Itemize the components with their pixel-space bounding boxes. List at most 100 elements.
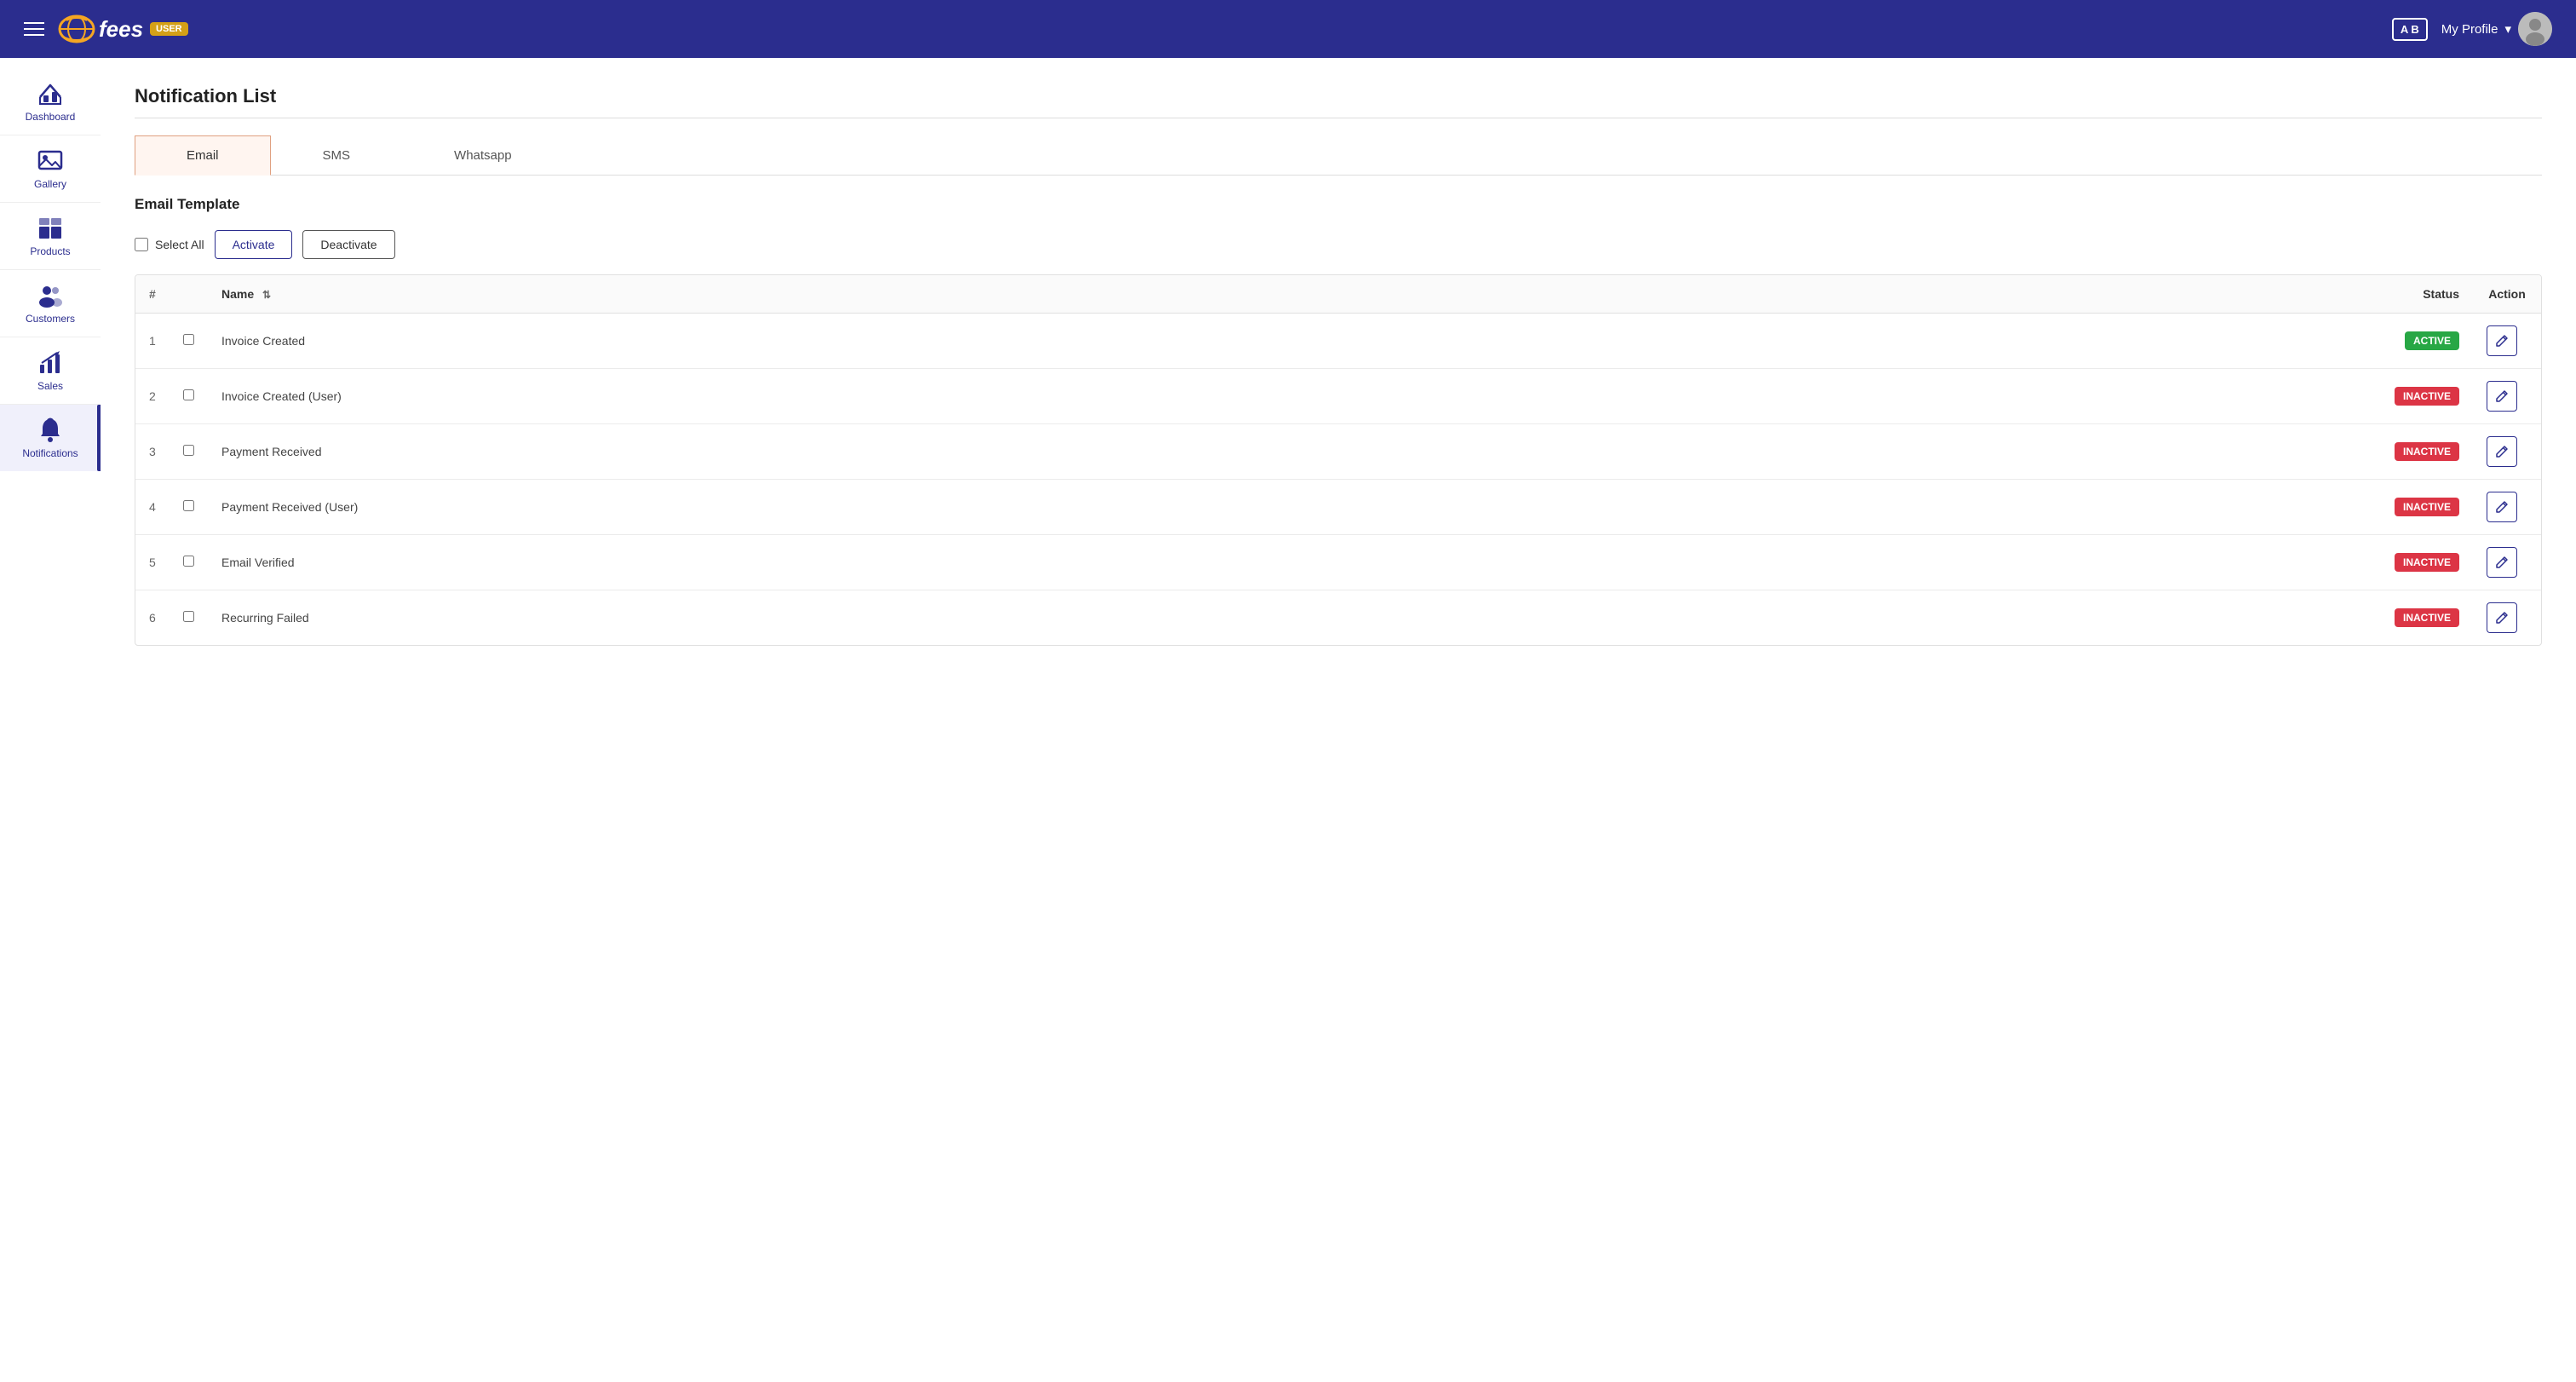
logo-badge: USER [150, 22, 188, 36]
section-title: Email Template [135, 196, 2542, 213]
sidebar-item-gallery[interactable]: Gallery [0, 135, 101, 203]
row-status: INACTIVE [2362, 590, 2473, 646]
table-body: 1 Invoice Created ACTIVE 2 In [135, 314, 2541, 646]
row-checkbox[interactable] [183, 334, 194, 345]
sidebar-item-sales[interactable]: Sales [0, 337, 101, 405]
row-checkbox[interactable] [183, 445, 194, 456]
row-name: Payment Received [208, 424, 2362, 480]
deactivate-button[interactable]: Deactivate [302, 230, 394, 259]
row-checkbox[interactable] [183, 500, 194, 511]
sidebar-item-dashboard[interactable]: Dashboard [0, 68, 101, 135]
row-status: INACTIVE [2362, 424, 2473, 480]
tab-sms[interactable]: SMS [271, 135, 403, 176]
activate-button[interactable]: Activate [215, 230, 293, 259]
status-badge: INACTIVE [2395, 553, 2459, 572]
table-row: 4 Payment Received (User) INACTIVE [135, 480, 2541, 535]
row-name: Invoice Created [208, 314, 2362, 369]
col-status: Status [2362, 275, 2473, 314]
profile-menu[interactable]: My Profile ▾ [2441, 12, 2552, 46]
table-row: 1 Invoice Created ACTIVE [135, 314, 2541, 369]
edit-button[interactable] [2487, 381, 2517, 412]
row-name: Payment Received (User) [208, 480, 2362, 535]
row-checkbox[interactable] [183, 556, 194, 567]
tabs: Email SMS Whatsapp [135, 135, 2542, 176]
sidebar-item-products-label: Products [30, 245, 70, 257]
select-all-label[interactable]: Select All [135, 238, 204, 251]
tab-whatsapp[interactable]: Whatsapp [402, 135, 564, 176]
row-name: Recurring Failed [208, 590, 2362, 646]
logo: fees USER [58, 14, 188, 44]
row-status: ACTIVE [2362, 314, 2473, 369]
col-num: # [135, 275, 170, 314]
row-action [2473, 424, 2541, 480]
status-badge: INACTIVE [2395, 498, 2459, 516]
customers-icon [37, 282, 64, 309]
col-name[interactable]: Name ⇅ [208, 275, 2362, 314]
status-badge: INACTIVE [2395, 442, 2459, 461]
select-all-checkbox[interactable] [135, 238, 148, 251]
edit-button[interactable] [2487, 547, 2517, 578]
row-checkbox-cell [170, 480, 208, 535]
row-name: Email Verified [208, 535, 2362, 590]
sort-icon: ⇅ [262, 289, 271, 301]
hamburger-menu[interactable] [24, 22, 44, 36]
row-num: 4 [135, 480, 170, 535]
sidebar-item-products[interactable]: Products [0, 203, 101, 270]
status-badge: INACTIVE [2395, 387, 2459, 406]
sidebar-item-customers-label: Customers [26, 313, 75, 325]
col-checkbox [170, 275, 208, 314]
main-content: Notification List Email SMS Whatsapp Ema… [101, 58, 2576, 1382]
sidebar-item-gallery-label: Gallery [34, 178, 66, 190]
edit-icon [2495, 611, 2509, 625]
sales-icon [37, 349, 64, 377]
edit-icon [2495, 500, 2509, 514]
row-checkbox-cell [170, 314, 208, 369]
logo-icon [58, 14, 95, 44]
edit-icon [2495, 334, 2509, 348]
row-num: 5 [135, 535, 170, 590]
row-checkbox-cell [170, 590, 208, 646]
row-action [2473, 590, 2541, 646]
sidebar-item-dashboard-label: Dashboard [26, 111, 76, 123]
edit-button[interactable] [2487, 492, 2517, 522]
status-badge: ACTIVE [2405, 331, 2459, 350]
row-action [2473, 535, 2541, 590]
header-left: fees USER [24, 14, 188, 44]
notifications-icon [37, 417, 64, 444]
row-checkbox-cell [170, 424, 208, 480]
row-action [2473, 480, 2541, 535]
edit-icon [2495, 389, 2509, 403]
edit-button[interactable] [2487, 325, 2517, 356]
tab-email[interactable]: Email [135, 135, 271, 176]
header-right: A B My Profile ▾ [2392, 12, 2552, 46]
profile-label: My Profile [2441, 22, 2498, 37]
row-checkbox-cell [170, 535, 208, 590]
controls: Select All Activate Deactivate [135, 230, 2542, 259]
edit-button[interactable] [2487, 602, 2517, 633]
row-action [2473, 369, 2541, 424]
sidebar-item-notifications[interactable]: Notifications [0, 405, 101, 471]
products-icon [37, 215, 64, 242]
table-header: # Name ⇅ Status Action [135, 275, 2541, 314]
table-row: 6 Recurring Failed INACTIVE [135, 590, 2541, 646]
profile-caret: ▾ [2504, 21, 2511, 37]
row-checkbox[interactable] [183, 611, 194, 622]
row-checkbox-cell [170, 369, 208, 424]
row-status: INACTIVE [2362, 369, 2473, 424]
edit-icon [2495, 445, 2509, 458]
row-status: INACTIVE [2362, 535, 2473, 590]
row-name: Invoice Created (User) [208, 369, 2362, 424]
avatar [2518, 12, 2552, 46]
edit-button[interactable] [2487, 436, 2517, 467]
lang-switcher[interactable]: A B [2392, 18, 2428, 41]
header: fees USER A B My Profile ▾ [0, 0, 2576, 58]
dashboard-icon [37, 80, 64, 107]
page-title: Notification List [135, 85, 2542, 107]
col-action: Action [2473, 275, 2541, 314]
table: # Name ⇅ Status Action 1 Invoice Created [135, 275, 2541, 645]
logo-text: fees [99, 16, 143, 43]
sidebar-item-customers[interactable]: Customers [0, 270, 101, 337]
row-checkbox[interactable] [183, 389, 194, 400]
row-status: INACTIVE [2362, 480, 2473, 535]
row-num: 2 [135, 369, 170, 424]
